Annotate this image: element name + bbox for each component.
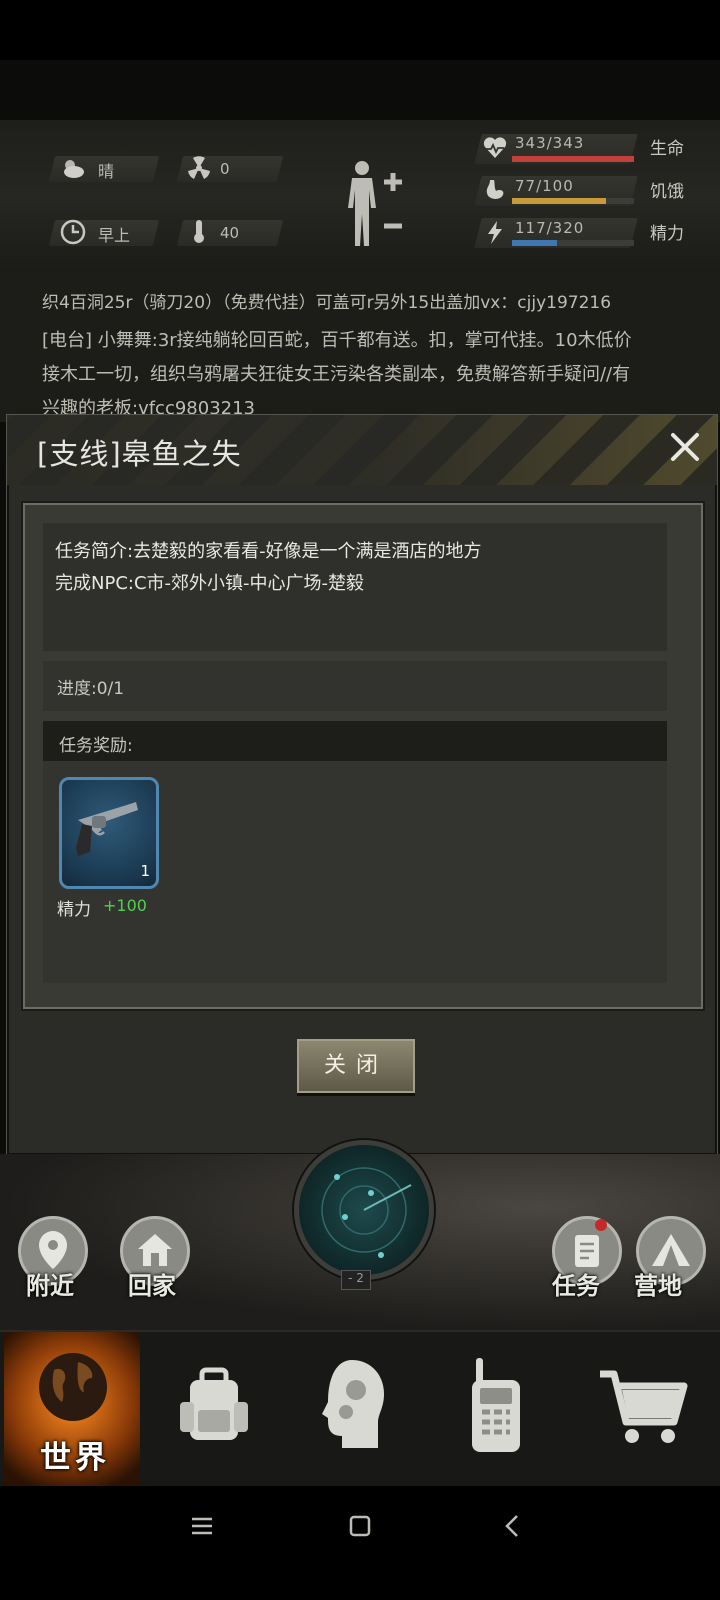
stats-panel: 晴 0 早上 40 343/343 生命 77/100 饥饿 117/320 精… [0, 120, 720, 274]
chat-message: 接木工一切，组织乌鸦屠夫狂徒女王污染各类副本，免费解答新手疑问//有 [42, 364, 631, 385]
chat-message: [电台] 小舞舞:3r接纯躺轮回百蛇，百千都有送。扣，掌可代挂。10木低价 [42, 330, 632, 351]
quest-npc: 完成NPC:C市-郊外小镇-中心广场-楚毅 [55, 573, 365, 594]
shopping-cart-icon [600, 1370, 688, 1443]
revolver-icon [76, 802, 138, 856]
reward-stat-name: 精力 [57, 900, 91, 920]
notification-dot [595, 1219, 607, 1231]
health-bar [512, 156, 634, 162]
energy-label: 精力 [650, 224, 684, 244]
temperature-value: 40 [220, 224, 240, 242]
hunger-bar-fill [512, 198, 606, 204]
hunger-label: 饥饿 [650, 182, 684, 202]
weather-cloud-icon [64, 160, 84, 178]
nav-world-tab[interactable]: 世界 [4, 1332, 140, 1488]
nav-radio-tab[interactable] [428, 1332, 568, 1488]
clock-icon [60, 219, 86, 245]
energy-bar-fill [512, 240, 557, 246]
radiation-value: 0 [220, 160, 230, 178]
lightning-icon [488, 221, 502, 244]
health-value: 343/343 [515, 134, 585, 152]
radar-level: - 2 [341, 1270, 371, 1290]
chat-message: 织4百洞25r（骑刀20）（免费代挂）可盖可r另外15出盖加vx：cjjy197… [42, 293, 612, 313]
quest-progress: 进度:0/1 [57, 679, 125, 699]
health-bar-fill [512, 156, 634, 162]
hunger-value: 77/100 [515, 177, 574, 195]
health-label: 生命 [650, 139, 684, 159]
weather-text: 晴 [98, 162, 115, 181]
bottom-navigation: 世界 [0, 1330, 720, 1488]
back-icon[interactable] [502, 1514, 522, 1538]
system-status-bar [0, 0, 720, 60]
quest-dialog: [支线]皋鱼之失 任务简介:去楚毅的家看看-好像是一个满是酒店的地方 完成NPC… [6, 414, 718, 1156]
quest-progress-box: 进度:0/1 [43, 661, 667, 711]
close-button[interactable]: 关闭 [297, 1039, 415, 1093]
system-navigation-bar [0, 1486, 720, 1600]
globe-icon [39, 1353, 107, 1421]
reward-panel: 任务奖励: 1 精力 +100 [43, 721, 667, 983]
quest-title: [支线]皋鱼之失 [37, 437, 242, 471]
energy-value: 117/320 [515, 219, 585, 237]
quest-description: 任务简介:去楚毅的家看看-好像是一个满是酒店的地方 [55, 541, 482, 562]
nav-world-label: 世界 [40, 1440, 110, 1476]
camp-label: 营地 [634, 1272, 682, 1300]
nav-backpack-tab[interactable] [144, 1332, 284, 1488]
body-status-icon[interactable] [340, 158, 410, 250]
backpack-icon [180, 1367, 248, 1440]
reward-header-text: 任务奖励: [59, 736, 133, 756]
quest-description-box: 任务简介:去楚毅的家看看-好像是一个满是酒店的地方 完成NPC:C市-郊外小镇-… [43, 523, 667, 651]
quest-label: 任务 [552, 1272, 600, 1300]
quest-detail-panel: 任务简介:去楚毅的家看看-好像是一个满是酒店的地方 完成NPC:C市-郊外小镇-… [23, 503, 703, 1009]
stomach-icon [486, 180, 504, 199]
walkie-talkie-icon [472, 1358, 520, 1452]
time-of-day-text: 早上 [98, 226, 131, 245]
nav-skills-tab[interactable] [284, 1332, 424, 1488]
thermometer-icon [194, 220, 204, 243]
reward-item-slot[interactable]: 1 [59, 777, 159, 889]
reward-stat-value: +100 [103, 896, 147, 915]
reward-header: 任务奖励: [43, 721, 667, 761]
home-square-icon[interactable] [348, 1514, 372, 1538]
house-icon [138, 1234, 172, 1266]
nav-shop-tab[interactable] [576, 1332, 716, 1488]
radiation-icon [188, 156, 210, 179]
heart-icon [483, 137, 507, 158]
energy-bar [512, 240, 634, 246]
home-label: 回家 [128, 1272, 176, 1300]
reward-item-quantity: 1 [140, 862, 150, 880]
nearby-label: 附近 [26, 1272, 74, 1300]
hunger-bar [512, 198, 634, 204]
chat-log[interactable]: 织4百洞25r（骑刀20）（免费代挂）可盖可r另外15出盖加vx：cjjy197… [0, 272, 720, 422]
head-gears-icon [322, 1360, 384, 1448]
menu-icon[interactable] [190, 1516, 214, 1536]
close-icon[interactable] [665, 427, 705, 467]
radar-scanner[interactable] [294, 1140, 434, 1280]
tent-icon [652, 1234, 690, 1266]
radar-icon [321, 1167, 412, 1258]
